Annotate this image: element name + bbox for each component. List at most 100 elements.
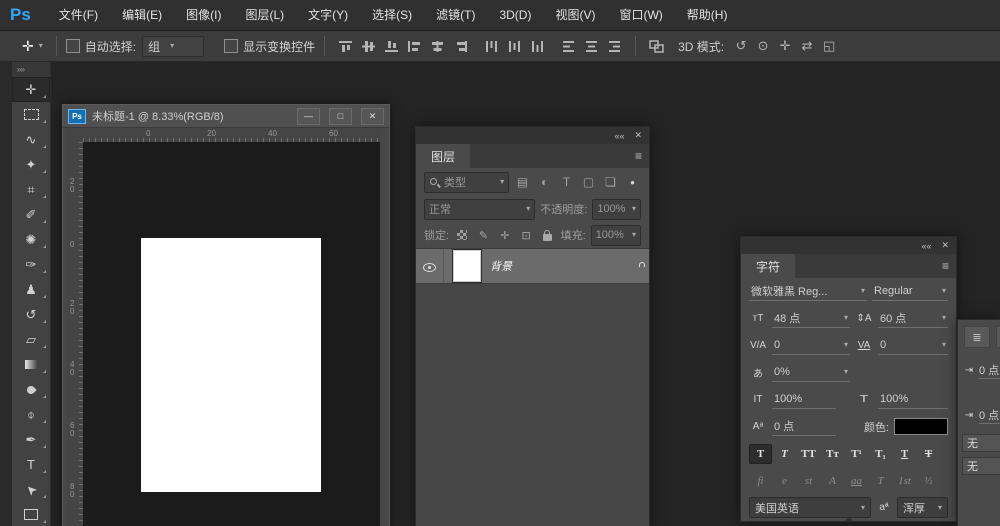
layer-list-empty[interactable] — [416, 284, 649, 526]
ruler-corner[interactable] — [67, 128, 84, 143]
mojikumi-dropdown[interactable]: 无 — [962, 457, 1000, 475]
lock-artboard-icon[interactable]: ⊡ — [518, 229, 534, 242]
tab-layers[interactable]: 图层 — [416, 144, 470, 168]
menu-item-filter[interactable]: 滤镜(T) — [424, 0, 487, 30]
panel-menu-icon[interactable]: ≡ — [942, 259, 956, 273]
distribute-bottom-edges-icon[interactable] — [526, 35, 549, 57]
font-size-dropdown[interactable]: 48 点 ▾ — [772, 309, 850, 328]
indent-field-1[interactable]: 0 点 — [979, 362, 1000, 379]
lasso-tool[interactable]: ∿ — [12, 127, 50, 152]
pen-tool[interactable]: ✒ — [12, 427, 50, 452]
3d-drag-icon[interactable]: ✛ — [774, 38, 796, 54]
auto-align-layers-icon[interactable] — [645, 35, 668, 57]
font-family-dropdown[interactable]: 微软雅黑 Reg... ▾ — [749, 282, 867, 301]
layer-thumbnail[interactable] — [453, 250, 481, 282]
align-horizontal-centers-icon[interactable] — [426, 35, 449, 57]
opacity-dropdown[interactable]: 100% ▾ — [592, 199, 641, 220]
tracking-dropdown[interactable]: 0 ▾ — [878, 336, 948, 355]
close-panel-icon[interactable]: ✕ — [634, 130, 642, 141]
indent-field-2[interactable]: 0 点 — [979, 407, 1000, 424]
collapse-panel-icon[interactable]: «« — [614, 131, 624, 141]
menu-item-type[interactable]: 文字(Y) — [296, 0, 360, 30]
filter-toggle-icon[interactable]: ● — [624, 178, 641, 187]
ordinals-button[interactable]: 1st — [893, 475, 916, 487]
filter-pixel-layers-icon[interactable]: ▤ — [514, 175, 531, 189]
justify-button-1[interactable]: ≣ — [964, 326, 990, 348]
close-panel-icon[interactable]: ✕ — [941, 240, 949, 251]
menu-item-layer[interactable]: 图层(L) — [233, 0, 296, 30]
show-transform-checkbox[interactable] — [224, 39, 238, 53]
lock-pixels-icon[interactable]: ✎ — [475, 229, 491, 242]
menu-item-view[interactable]: 视图(V) — [543, 0, 607, 30]
rectangular-marquee-tool[interactable] — [12, 102, 50, 127]
canvas-area[interactable] — [83, 142, 380, 526]
3d-rotate-icon[interactable]: ↺ — [730, 38, 752, 54]
justify-button-2[interactable]: ≣ — [996, 326, 1000, 348]
discretionary-ligatures-button[interactable]: st — [797, 475, 820, 487]
3d-scale-icon[interactable]: ◱ — [818, 38, 840, 54]
eraser-tool[interactable]: ▱ — [12, 327, 50, 352]
contextual-alternates-button[interactable]: e — [773, 475, 796, 487]
superscript-button[interactable]: T¹ — [845, 444, 868, 464]
dodge-tool[interactable]: ⌽ — [12, 402, 50, 427]
panel-menu-icon[interactable]: ≡ — [635, 149, 649, 163]
history-brush-tool[interactable]: ↺ — [12, 302, 50, 327]
distribute-vertical-centers-icon[interactable] — [503, 35, 526, 57]
align-vertical-centers-icon[interactable] — [357, 35, 380, 57]
tool-preset-dropdown[interactable]: ✛ ▾ — [22, 38, 43, 55]
type-tool[interactable]: T — [12, 452, 50, 477]
anti-alias-dropdown[interactable]: 浑厚 ▾ — [897, 497, 948, 518]
menu-item-edit[interactable]: 编辑(E) — [110, 0, 174, 30]
titling-alternates-button[interactable]: T — [869, 475, 892, 487]
align-top-edges-icon[interactable] — [334, 35, 357, 57]
kinsoku-dropdown[interactable]: 无 — [962, 434, 1000, 452]
menu-item-image[interactable]: 图像(I) — [174, 0, 233, 30]
underline-button[interactable]: T — [893, 444, 916, 464]
distribute-left-edges-icon[interactable] — [557, 35, 580, 57]
standard-ligatures-button[interactable]: fi — [749, 475, 772, 487]
3d-roll-icon[interactable]: ⊙ — [752, 38, 774, 54]
kerning-dropdown[interactable]: 0 ▾ — [772, 336, 850, 355]
clone-stamp-tool[interactable]: ♟ — [12, 277, 50, 302]
menu-item-help[interactable]: 帮助(H) — [675, 0, 740, 30]
maximize-button[interactable]: □ — [329, 108, 352, 125]
layer-filter-dropdown[interactable]: 类型 ▾ — [424, 172, 509, 193]
spot-healing-brush-tool[interactable]: ✺ — [12, 227, 50, 252]
tab-character[interactable]: 字符 — [741, 254, 795, 278]
document-page[interactable] — [141, 238, 321, 492]
strikethrough-button[interactable]: T — [917, 444, 940, 464]
vertical-ruler[interactable]: 20 0 20 40 60 80 — [67, 142, 84, 526]
faux-bold-button[interactable]: T — [749, 444, 772, 464]
align-bottom-edges-icon[interactable] — [380, 35, 403, 57]
horizontal-scale-field[interactable]: 100% — [878, 390, 948, 409]
align-right-edges-icon[interactable] — [449, 35, 472, 57]
collapse-panel-icon[interactable]: «« — [921, 241, 931, 251]
distribute-top-edges-icon[interactable] — [480, 35, 503, 57]
path-selection-tool[interactable]: ➤ — [12, 477, 50, 502]
small-caps-button[interactable]: Tᴛ — [821, 444, 844, 464]
tsume-dropdown[interactable]: 0% ▾ — [772, 363, 850, 382]
auto-select-dropdown[interactable]: 组 ▾ — [142, 36, 204, 57]
minimize-button[interactable]: — — [297, 108, 320, 125]
layer-row-background[interactable]: 背景 — [416, 248, 649, 284]
menu-item-3d[interactable]: 3D(D) — [487, 0, 543, 30]
blur-tool[interactable] — [12, 377, 50, 402]
document-titlebar[interactable]: Ps 未标题-1 @ 8.33%(RGB/8) — □ ✕ — [63, 105, 389, 128]
crop-tool[interactable]: ⌗ — [12, 177, 50, 202]
text-color-swatch[interactable] — [894, 418, 948, 435]
gradient-tool[interactable] — [12, 352, 50, 377]
menu-item-select[interactable]: 选择(S) — [360, 0, 424, 30]
filter-type-layers-icon[interactable]: T — [558, 175, 575, 189]
lock-transparency-icon[interactable] — [454, 230, 470, 240]
filter-adjustment-layers-icon[interactable]: ◐ — [536, 175, 553, 189]
subscript-button[interactable]: T₁ — [869, 444, 892, 464]
move-tool[interactable]: ✛ — [12, 77, 50, 102]
vertical-scale-field[interactable]: 100% — [772, 390, 836, 409]
menu-item-file[interactable]: 文件(F) — [47, 0, 110, 30]
font-style-dropdown[interactable]: Regular ▾ — [872, 282, 948, 301]
distribute-horizontal-centers-icon[interactable] — [580, 35, 603, 57]
horizontal-ruler[interactable]: 0 20 40 60 — [83, 128, 380, 143]
all-caps-button[interactable]: TT — [797, 444, 820, 464]
stylistic-alternates-button[interactable]: aa — [845, 475, 868, 487]
close-button[interactable]: ✕ — [361, 108, 384, 125]
